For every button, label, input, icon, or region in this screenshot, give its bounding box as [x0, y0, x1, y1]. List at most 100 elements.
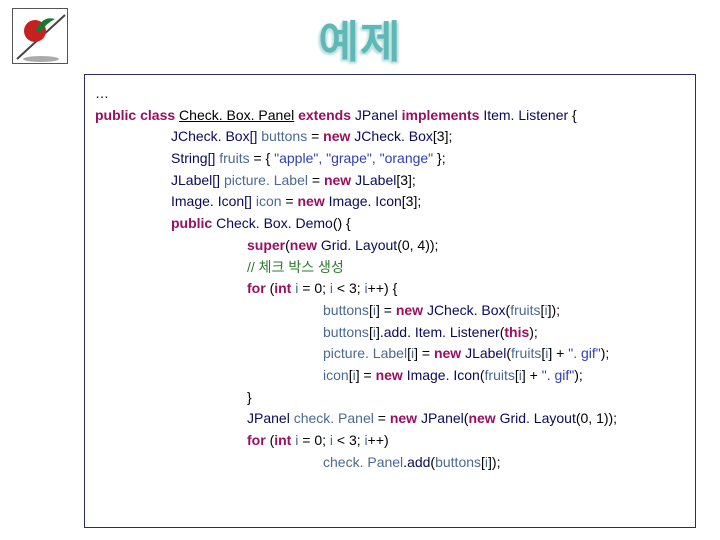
code-token: ++) — [368, 432, 389, 448]
code-token: [3]; — [402, 193, 421, 209]
code-token: ] = — [414, 345, 434, 361]
code-token: = — [282, 193, 298, 209]
code-token: int — [274, 280, 295, 296]
code-token: new — [434, 345, 465, 361]
code-token: Grid. Layout — [500, 410, 576, 426]
code-token: () { — [333, 215, 351, 231]
code-token: = 0; — [298, 432, 330, 448]
code-token: for — [247, 432, 270, 448]
code-token: new — [390, 410, 421, 426]
code-token: [3]; — [396, 172, 415, 188]
code-token: Check. Box. Demo — [216, 215, 333, 231]
code-token: [3]; — [433, 128, 452, 144]
code-token: JLabel[] — [171, 172, 224, 188]
code-token: picture. Label — [224, 172, 308, 188]
code-token: = — [307, 128, 323, 144]
code-line: JPanel check. Panel = new JPanel(new Gri… — [95, 408, 685, 430]
code-token: icon — [323, 367, 349, 383]
code-token: new — [323, 128, 354, 144]
code-token: }; — [433, 150, 445, 166]
slide-title: 예제 — [319, 6, 402, 70]
code-token: JLabel — [465, 345, 506, 361]
code-token: fruits — [511, 345, 541, 361]
code-line: Image. Icon[] icon = new Image. Icon[3]; — [95, 191, 685, 213]
code-token: add. Item. Listener — [384, 324, 500, 340]
code-token: (0, 4)); — [397, 237, 438, 253]
header: 예제 — [0, 0, 720, 72]
code-token: ]. — [376, 324, 384, 340]
code-token: // 체크 박스 생성 — [247, 259, 344, 275]
code-line: // 체크 박스 생성 — [95, 257, 685, 279]
code-token: = 0; — [298, 280, 330, 296]
code-token: add — [407, 454, 430, 470]
code-token: buttons — [261, 128, 307, 144]
code-line: icon[i] = new Image. Icon(fruits[i] + ".… — [95, 365, 685, 387]
code-token: public class — [95, 107, 179, 123]
code-token: public — [171, 215, 216, 231]
java-logo — [12, 8, 68, 64]
code-token: extends — [294, 107, 355, 123]
code-token: JPanel — [421, 410, 464, 426]
code-token: ); — [601, 345, 610, 361]
code-token: super — [247, 237, 285, 253]
code-line: public Check. Box. Demo() { — [95, 213, 685, 235]
code-token: icon — [256, 193, 282, 209]
code-token: { — [568, 107, 577, 123]
code-token: buttons — [323, 302, 369, 318]
code-token: ]); — [548, 302, 560, 318]
code-token: < 3; — [333, 432, 365, 448]
code-line: } — [95, 387, 685, 409]
code-token: this — [504, 324, 529, 340]
code-token: buttons — [435, 454, 481, 470]
code-token: fruits — [219, 150, 249, 166]
code-token: Item. Listener — [483, 107, 568, 123]
code-token: Image. Icon — [329, 193, 402, 209]
code-token: ]); — [488, 454, 500, 470]
code-line: public class Check. Box. Panel extends J… — [95, 105, 685, 127]
code-token: buttons — [323, 324, 369, 340]
code-token: ] + — [522, 367, 542, 383]
code-token: check. Panel — [323, 454, 403, 470]
code-line: String[] fruits = { "apple", "grape", "o… — [95, 148, 685, 170]
code-token: < 3; — [333, 280, 365, 296]
code-line: super(new Grid. Layout(0, 4)); — [95, 235, 685, 257]
code-token: JCheck. Box — [354, 128, 433, 144]
code-token: new — [376, 367, 407, 383]
code-token: "apple", "grape", "orange" — [274, 150, 433, 166]
code-token: = — [374, 410, 390, 426]
code-token: JPanel — [355, 107, 398, 123]
code-token: … — [95, 85, 109, 101]
code-line: … — [95, 83, 685, 105]
code-token: implements — [398, 107, 484, 123]
code-token: } — [247, 389, 252, 405]
code-token: JLabel — [355, 172, 396, 188]
code-token: ++) { — [368, 280, 398, 296]
code-token: ] = — [376, 302, 396, 318]
code-line: for (int i = 0; i < 3; i++) { — [95, 278, 685, 300]
code-token: String[] — [171, 150, 219, 166]
code-token: int — [274, 432, 295, 448]
code-token: Image. Icon[] — [171, 193, 256, 209]
code-token: fruits — [485, 367, 515, 383]
code-token: for — [247, 280, 270, 296]
code-token: new — [297, 193, 328, 209]
code-line: JLabel[] picture. Label = new JLabel[3]; — [95, 170, 685, 192]
code-line: buttons[i] = new JCheck. Box(fruits[i]); — [95, 300, 685, 322]
code-token: (0, 1)); — [576, 410, 617, 426]
code-token: Image. Icon — [407, 367, 480, 383]
code-token: ); — [529, 324, 538, 340]
code-token: JCheck. Box[] — [171, 128, 261, 144]
code-token: new — [324, 172, 355, 188]
code-token: ] + — [548, 345, 568, 361]
code-token: Grid. Layout — [321, 237, 397, 253]
code-line: buttons[i].add. Item. Listener(this); — [95, 322, 685, 344]
code-token: JCheck. Box — [427, 302, 506, 318]
code-token: ); — [574, 367, 583, 383]
code-line: check. Panel.add(buttons[i]); — [95, 452, 685, 474]
code-token: new — [290, 237, 321, 253]
code-token: ". gif" — [542, 367, 575, 383]
code-line: JCheck. Box[] buttons = new JCheck. Box[… — [95, 126, 685, 148]
code-token: picture. Label — [323, 345, 407, 361]
code-token: fruits — [510, 302, 540, 318]
code-line: for (int i = 0; i < 3; i++) — [95, 430, 685, 452]
